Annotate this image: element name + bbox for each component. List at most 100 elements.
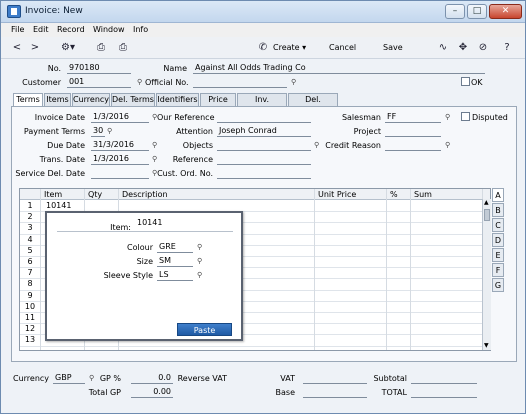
no-field[interactable]: 970180	[67, 63, 131, 74]
col-qty[interactable]: Qty	[88, 189, 102, 200]
tab-inv-address[interactable]: Inv. Address	[237, 93, 287, 116]
tab-del-terms[interactable]: Del. Terms	[111, 93, 155, 106]
salesman-field[interactable]: FF	[385, 112, 441, 123]
menu-file[interactable]: File	[11, 25, 24, 34]
row-number: 3	[27, 223, 33, 233]
paste-special-icon[interactable]: ⚲	[197, 258, 204, 265]
side-tab-c[interactable]: C	[492, 218, 504, 232]
paste-special-icon[interactable]: ⚲	[314, 142, 321, 149]
row-1-item[interactable]: 10141	[46, 201, 71, 210]
base-field	[303, 387, 367, 398]
paste-special-icon[interactable]: ⚲	[107, 128, 114, 135]
row-number: 12	[24, 324, 36, 334]
objects-field[interactable]	[217, 140, 311, 151]
print-icon[interactable]: ⎙	[93, 40, 109, 56]
reference-label: Reference	[172, 155, 213, 164]
tab-identifiers[interactable]: Identifiers	[156, 93, 199, 106]
side-tab-b[interactable]: B	[492, 203, 504, 217]
col-percent[interactable]: %	[390, 189, 398, 200]
col-unit-price[interactable]: Unit Price	[318, 189, 356, 200]
ok-checkbox[interactable]	[461, 77, 470, 86]
paste-special-icon[interactable]: ⚲	[197, 272, 204, 279]
tab-items[interactable]: Items	[44, 93, 71, 106]
col-item[interactable]: Item	[44, 189, 62, 200]
row-number: 6	[27, 257, 33, 266]
paste-special-icon[interactable]: ⚲	[445, 114, 452, 121]
create-button[interactable]: Create ▾	[273, 41, 306, 55]
help-icon[interactable]: ?	[499, 40, 515, 56]
tab-del-address[interactable]: Del. Address	[288, 93, 338, 116]
cust-ord-no-field[interactable]	[217, 168, 311, 179]
paste-special-icon[interactable]: ⚲	[291, 79, 298, 86]
menu-info[interactable]: Info	[133, 25, 148, 34]
cancel-button[interactable]: Cancel	[329, 41, 356, 55]
row-number: 2	[27, 212, 33, 222]
sleeve-style-field[interactable]: LS	[157, 270, 193, 281]
size-field[interactable]: SM	[157, 256, 193, 267]
row-number: 1	[27, 201, 33, 210]
salesman-label: Salesman	[341, 113, 381, 122]
reference-field[interactable]	[217, 154, 311, 165]
payment-terms-field[interactable]: 30	[91, 126, 105, 137]
print-preview-icon[interactable]: ⎙	[115, 40, 131, 56]
minimize-button[interactable]: –	[445, 4, 465, 19]
row-number: 13	[24, 335, 36, 345]
attention-field[interactable]: Joseph Conrad	[217, 126, 311, 137]
reverse-vat-label: Reverse VAT	[177, 374, 227, 383]
menu-edit[interactable]: Edit	[33, 25, 49, 34]
credit-reason-field[interactable]	[385, 140, 441, 151]
colour-field[interactable]: GRE	[157, 242, 193, 253]
invoice-date-field[interactable]: 1/3/2016	[91, 112, 149, 123]
side-tab-f[interactable]: F	[492, 263, 504, 277]
scroll-down-icon[interactable]: ▼	[484, 343, 490, 349]
tab-currency[interactable]: Currency	[72, 93, 110, 106]
trans-date-label: Trans. Date	[39, 155, 85, 164]
row-number: 9	[27, 290, 33, 300]
tab-terms[interactable]: Terms	[13, 93, 43, 107]
colour-label: Colour	[127, 243, 153, 252]
paste-special-icon[interactable]: ⚲	[197, 244, 204, 251]
column-divider	[40, 189, 41, 350]
customer-field[interactable]: 001	[67, 77, 131, 88]
currency-field[interactable]: GBP	[53, 373, 85, 384]
our-reference-field[interactable]	[217, 112, 311, 123]
service-del-date-field[interactable]	[91, 168, 149, 179]
tab-price-list[interactable]: Price List	[200, 93, 236, 116]
menu-record[interactable]: Record	[57, 25, 85, 34]
no-label: No.	[47, 64, 61, 73]
save-button[interactable]: Save	[383, 41, 403, 55]
gear-icon[interactable]: ⚙▾	[57, 40, 79, 56]
close-button[interactable]: ✕	[489, 4, 522, 19]
side-tab-d[interactable]: D	[492, 233, 504, 247]
project-field[interactable]	[385, 126, 441, 137]
attachment-icon[interactable]: ⊘	[475, 40, 491, 56]
maximize-button[interactable]: □	[467, 4, 487, 19]
side-tab-e[interactable]: E	[492, 248, 504, 262]
back-icon[interactable]: <	[9, 40, 25, 56]
ok-label: OK	[471, 78, 483, 87]
disputed-checkbox[interactable]	[461, 112, 470, 121]
official-no-field[interactable]	[193, 77, 287, 88]
scroll-up-icon[interactable]: ▲	[484, 200, 490, 206]
window-title: Invoice: New	[25, 6, 83, 16]
due-date-field[interactable]: 31/3/2016	[91, 140, 149, 151]
menu-window[interactable]: Window	[93, 25, 125, 34]
scroll-thumb[interactable]	[484, 209, 490, 221]
col-sum[interactable]: Sum	[414, 189, 432, 200]
side-tab-g[interactable]: G	[492, 278, 504, 292]
phone-icon[interactable]: ✆	[255, 40, 271, 56]
paste-special-icon[interactable]: ⚲	[137, 79, 144, 86]
grid-scrollbar[interactable]: ▲ ▼	[482, 199, 491, 350]
trans-date-field[interactable]: 1/3/2016	[91, 154, 149, 165]
activity-icon[interactable]: ∿	[435, 40, 451, 56]
name-label: Name	[163, 64, 187, 73]
size-label: Size	[136, 257, 153, 266]
expand-icon[interactable]: ✥	[455, 40, 471, 56]
col-description[interactable]: Description	[122, 189, 168, 200]
paste-button[interactable]: Paste	[177, 323, 232, 336]
side-tab-a[interactable]: A	[492, 188, 504, 202]
paste-special-icon[interactable]: ⚲	[445, 142, 452, 149]
name-field[interactable]: Against All Odds Trading Co	[193, 63, 485, 74]
customer-label: Customer	[22, 78, 61, 87]
forward-icon[interactable]: >	[27, 40, 43, 56]
